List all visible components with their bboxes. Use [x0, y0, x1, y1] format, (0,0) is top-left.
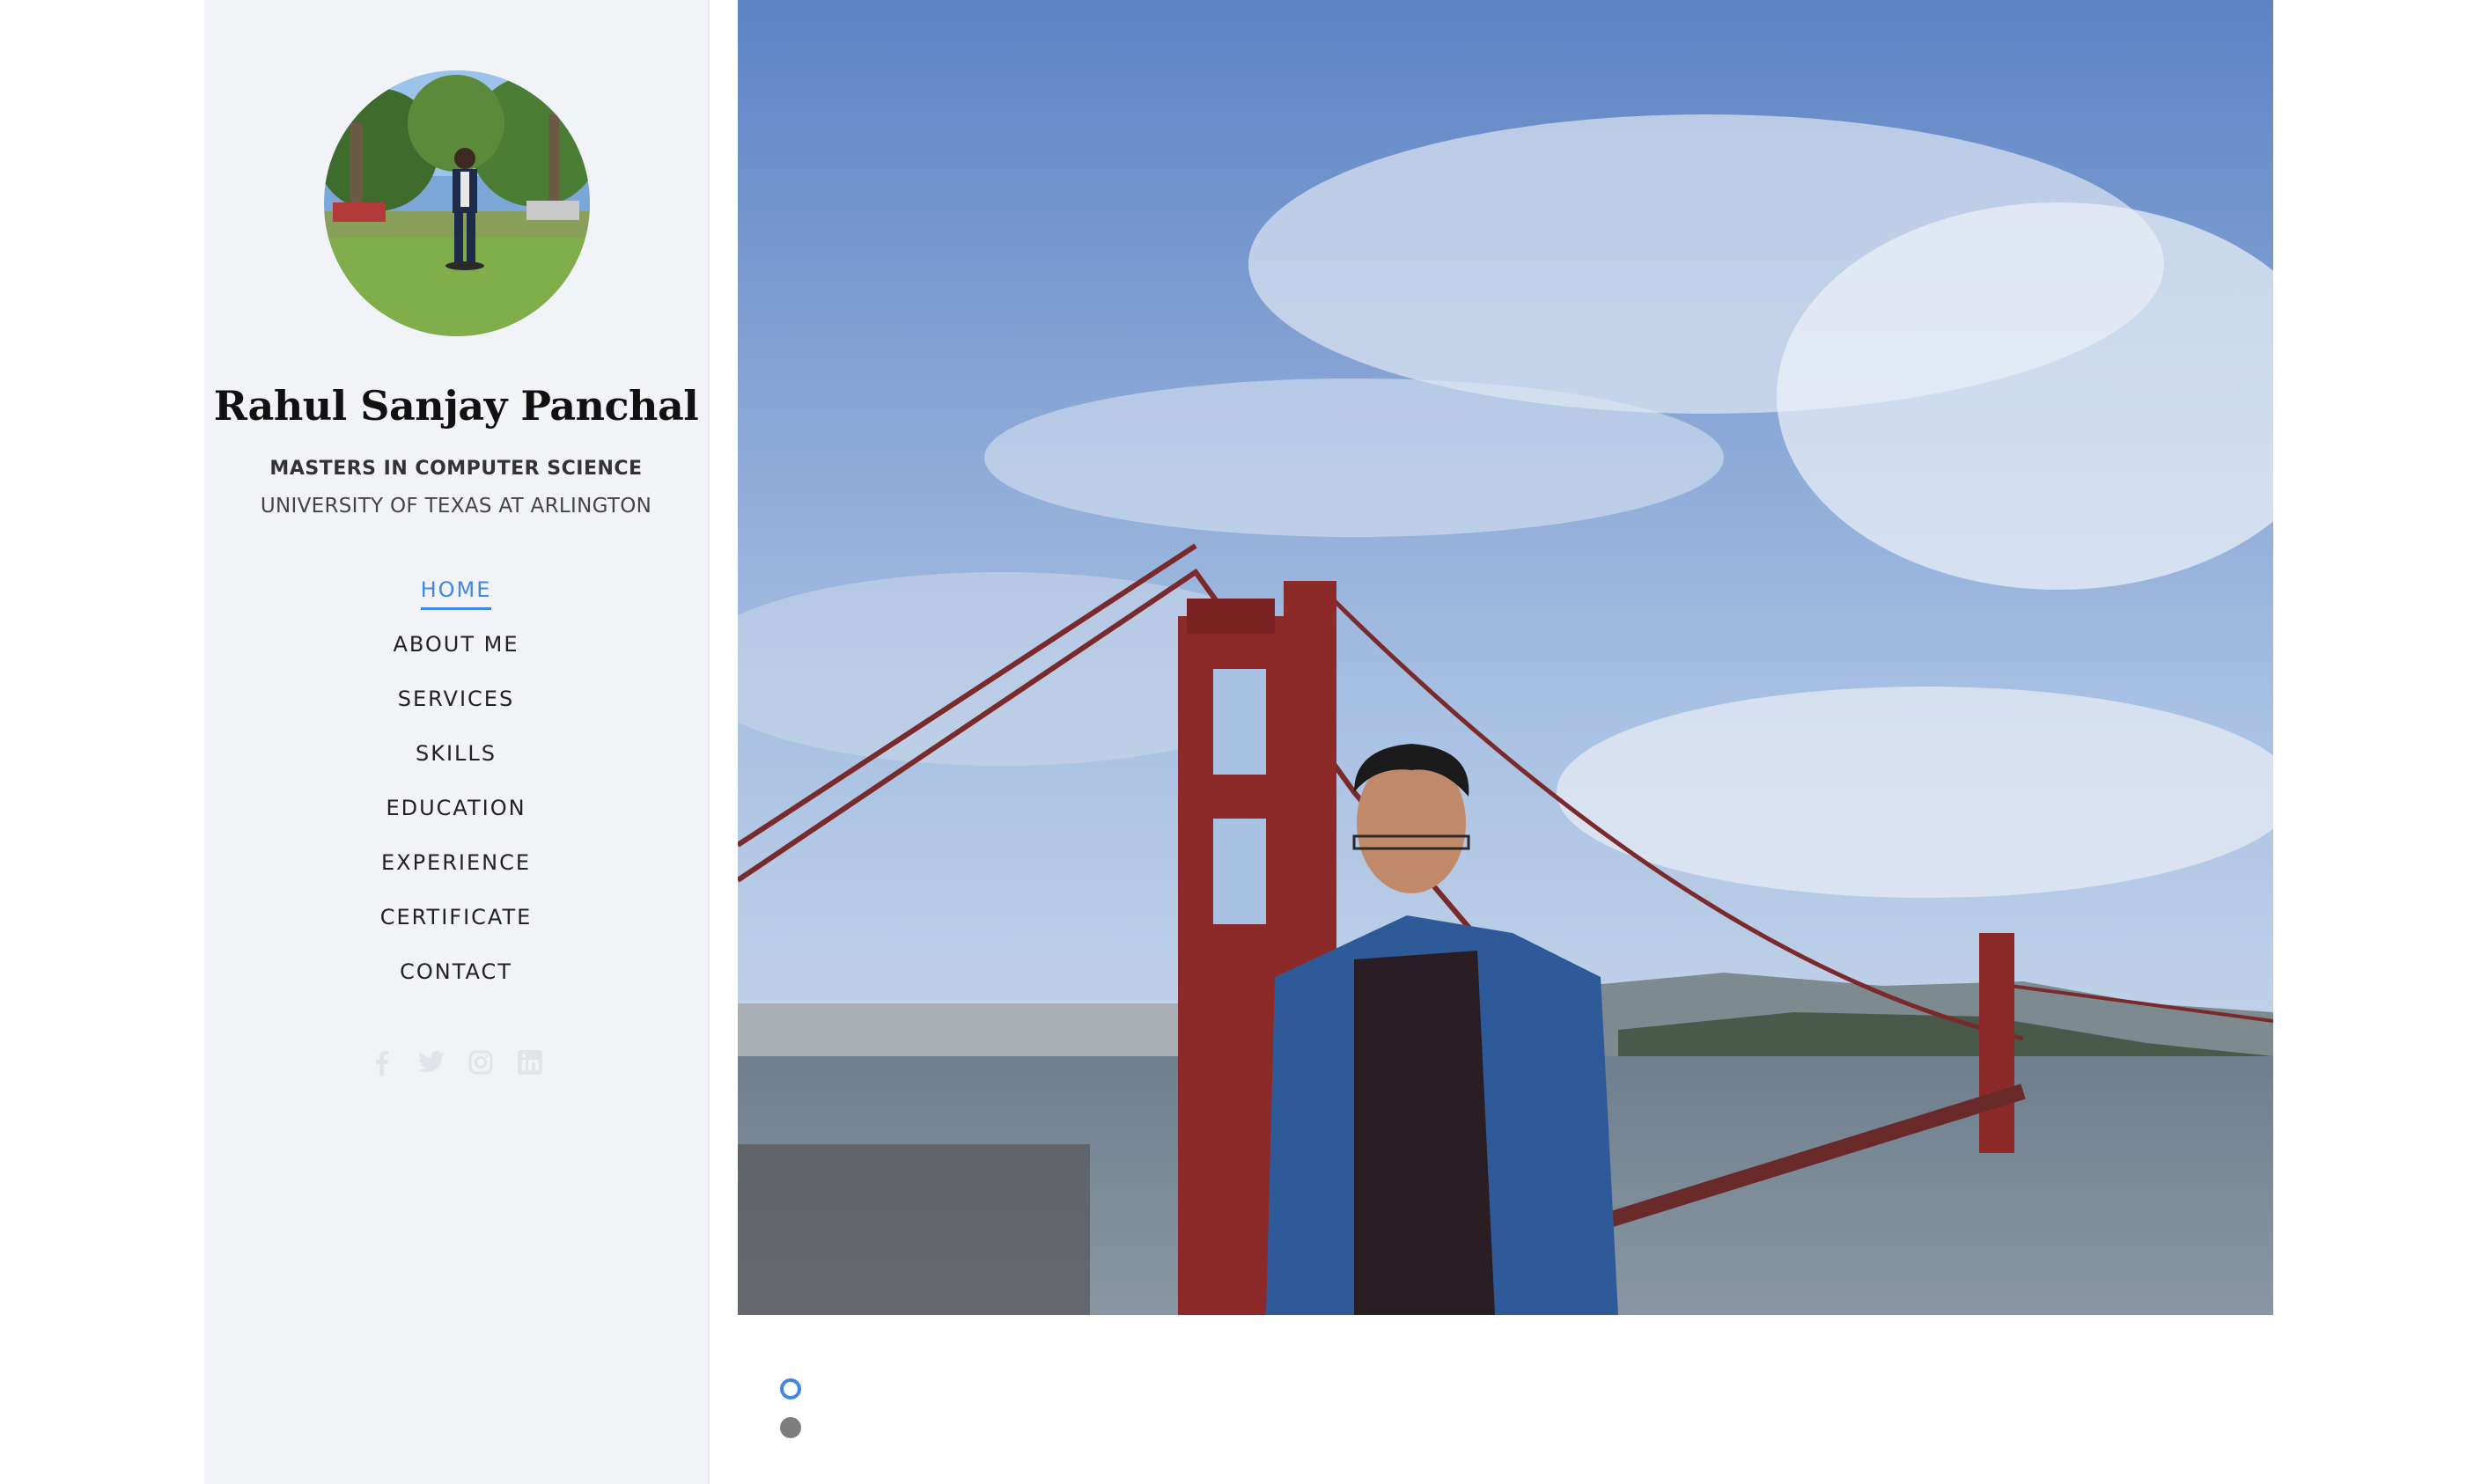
nav-item-skills[interactable]: SKILLS	[204, 738, 708, 792]
nav-item-experience[interactable]: EXPERIENCE	[204, 847, 708, 901]
nav-item-education[interactable]: EDUCATION	[204, 792, 708, 847]
profile-avatar	[324, 70, 590, 336]
nav-item-about-me[interactable]: ABOUT ME	[204, 628, 708, 683]
nav-item-label: ABOUT ME	[393, 632, 519, 657]
profile-name: Rahul Sanjay Panchal	[213, 382, 699, 430]
nav-item-home[interactable]: HOME	[204, 574, 708, 628]
nav-item-label: SERVICES	[397, 687, 515, 711]
nav-item-certificate[interactable]: CERTIFICATE	[204, 901, 708, 956]
twitter-icon[interactable]	[418, 1049, 445, 1076]
nav-item-label: SKILLS	[415, 741, 497, 766]
facebook-icon[interactable]	[369, 1049, 395, 1076]
nav-item-label: EDUCATION	[386, 796, 526, 820]
main-nav: HOME ABOUT ME SERVICES SKILLS EDUCATION …	[204, 574, 708, 1010]
nav-item-label: CERTIFICATE	[379, 905, 533, 929]
slider-dots	[780, 1378, 801, 1456]
sidebar: Rahul Sanjay Panchal MASTERS IN COMPUTER…	[204, 0, 710, 1484]
slider-dot[interactable]	[780, 1417, 801, 1438]
profile-university: UNIVERSITY OF TEXAS AT ARLINGTON	[260, 495, 652, 518]
nav-item-label: CONTACT	[400, 959, 512, 984]
slider-dot-active[interactable]	[780, 1378, 801, 1400]
hero-slide-image	[738, 0, 2273, 1315]
instagram-icon[interactable]	[467, 1049, 494, 1076]
linkedin-icon[interactable]	[517, 1049, 543, 1076]
profile-degree: MASTERS IN COMPUTER SCIENCE	[269, 458, 643, 480]
nav-item-label: EXPERIENCE	[380, 850, 532, 875]
social-links	[204, 1049, 708, 1076]
nav-item-services[interactable]: SERVICES	[204, 683, 708, 738]
nav-item-label: HOME	[420, 574, 492, 610]
nav-item-contact[interactable]: CONTACT	[204, 956, 708, 1010]
